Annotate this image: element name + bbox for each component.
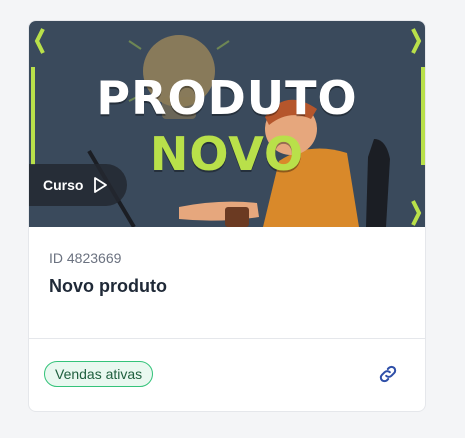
product-card[interactable]: PRODUTO NOVO Curso ID 4823669 Novo produ… xyxy=(28,20,426,412)
status-badge: Vendas ativas xyxy=(44,361,154,387)
copy-link-button[interactable] xyxy=(375,361,401,387)
link-icon xyxy=(379,365,397,383)
product-banner[interactable]: PRODUTO NOVO Curso xyxy=(29,21,425,227)
card-footer: Vendas ativas xyxy=(29,339,425,411)
product-id: ID 4823669 xyxy=(49,250,122,266)
product-type-label: Curso xyxy=(43,177,84,193)
product-info: ID 4823669 Novo produto xyxy=(29,227,425,339)
banner-title-line1: PRODUTO xyxy=(96,71,358,125)
product-name[interactable]: Novo produto xyxy=(49,276,405,297)
play-icon xyxy=(94,177,108,193)
product-type-badge: Curso xyxy=(29,164,128,206)
